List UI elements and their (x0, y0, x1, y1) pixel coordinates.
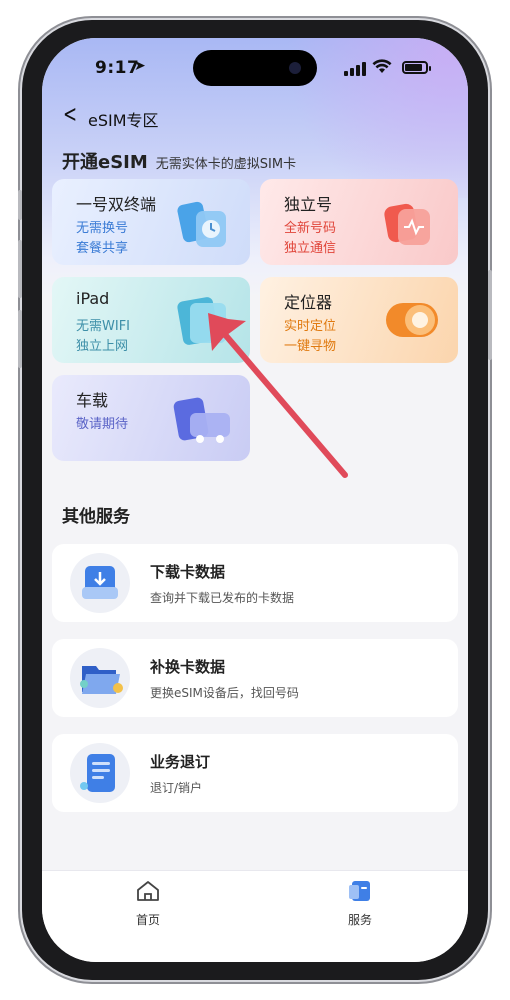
icon-wrapper (70, 553, 130, 613)
watch-icon (384, 203, 430, 245)
tracker-icon (386, 303, 438, 337)
folder-swap-icon (80, 666, 123, 694)
card-line2: 独立上网 (76, 339, 129, 354)
tab-home[interactable]: 首页 (118, 879, 178, 928)
service-unsubscribe[interactable]: 业务退订 退订/销户 (52, 734, 458, 812)
home-icon (137, 881, 159, 901)
vehicle-icon (173, 397, 230, 443)
card-line2: 套餐共享 (76, 241, 129, 256)
other-services-title: 其他服务 (62, 507, 130, 527)
card-independent-number[interactable]: 独立号 全新号码 独立通信 (260, 179, 458, 265)
card-title: 独立号 (284, 195, 333, 214)
services-icon (349, 881, 370, 901)
action-button (18, 190, 22, 220)
card-locator[interactable]: 定位器 实时定位 一键寻物 (260, 277, 458, 363)
volume-up-button (18, 240, 22, 298)
volume-down-button (18, 310, 22, 368)
front-camera (289, 62, 301, 74)
card-ipad[interactable]: iPad 无需WIFI 独立上网 (52, 277, 250, 363)
battery-icon (402, 61, 431, 74)
section-subtitle: 无需实体卡的虚拟SIM卡 (155, 157, 297, 172)
card-vehicle[interactable]: 车载 敬请期待 (52, 375, 250, 461)
card-line1: 无需WIFI (76, 319, 130, 334)
document-icon (80, 754, 115, 792)
service-subtitle: 更换eSIM设备后，找回号码 (150, 686, 299, 700)
open-esim-header: 开通eSIM 无需实体卡的虚拟SIM卡 (62, 148, 297, 173)
dynamic-island (193, 50, 317, 86)
card-title: 定位器 (284, 293, 333, 312)
card-line1: 敬请期待 (76, 417, 129, 432)
wifi-icon (372, 59, 392, 73)
card-title: 车载 (76, 391, 109, 410)
dual-device-icon (177, 201, 226, 247)
cellular-signal-icon (344, 62, 368, 76)
service-title: 下载卡数据 (150, 563, 226, 581)
card-line2: 一键寻物 (284, 339, 337, 354)
service-subtitle: 查询并下载已发布的卡数据 (150, 591, 295, 605)
service-title: 补换卡数据 (150, 658, 226, 676)
page-title: eSIM专区 (88, 111, 159, 130)
tab-services[interactable]: 服务 (330, 879, 390, 928)
service-subtitle: 退订/销户 (150, 781, 203, 795)
tab-label: 服务 (347, 913, 372, 927)
status-time: 9:17 (95, 58, 140, 78)
card-title: iPad (76, 289, 110, 308)
card-line1: 实时定位 (284, 319, 337, 334)
location-arrow-icon: ➤ (134, 58, 146, 74)
nav-bar: < eSIM专区 (42, 98, 468, 140)
back-chevron-icon[interactable]: < (63, 100, 77, 128)
service-title: 业务退订 (150, 753, 211, 771)
icon-wrapper (70, 743, 130, 803)
card-dual-terminal[interactable]: 一号双终端 无需换号 套餐共享 (52, 179, 250, 265)
tab-bar: 首页 服务 (42, 870, 468, 962)
status-bar: 9:17 ➤ (42, 38, 468, 98)
card-line1: 全新号码 (284, 221, 337, 236)
card-line1: 无需换号 (76, 221, 129, 236)
power-button (488, 270, 492, 360)
service-replace-card-data[interactable]: 补换卡数据 更换eSIM设备后，找回号码 (52, 639, 458, 717)
tablet-icon (177, 297, 226, 345)
card-line2: 独立通信 (284, 241, 337, 256)
card-title: 一号双终端 (76, 195, 157, 214)
tab-label: 首页 (135, 913, 160, 927)
phone-screen: 9:17 ➤ < eSIM专区 开通eSIM 无需实体卡的虚拟SIM卡 一号双终端… (42, 38, 468, 962)
icon-wrapper (70, 648, 130, 708)
section-title: 开通eSIM (62, 152, 148, 173)
service-download-card-data[interactable]: 下载卡数据 查询并下载已发布的卡数据 (52, 544, 458, 622)
download-icon (82, 566, 118, 599)
